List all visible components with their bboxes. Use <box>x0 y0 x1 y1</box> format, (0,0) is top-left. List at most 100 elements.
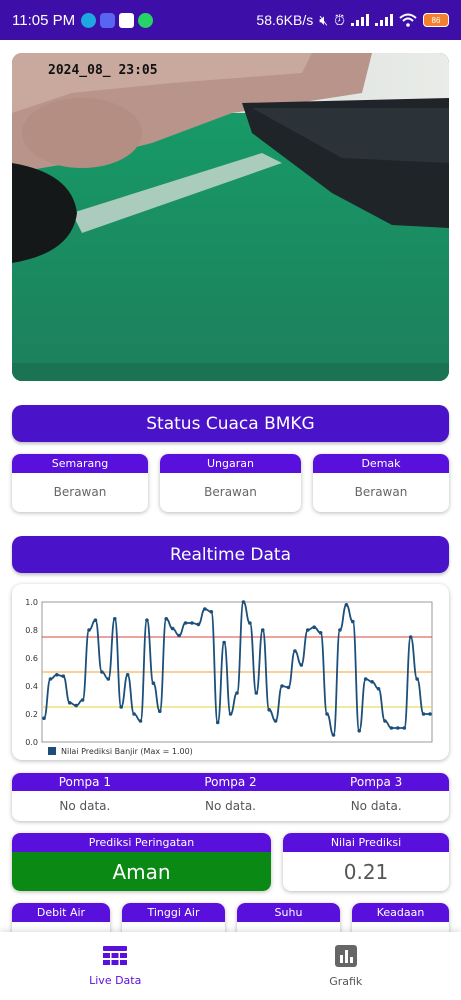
signal-icon-2 <box>375 14 393 26</box>
data-point <box>106 677 111 681</box>
discord-icon <box>100 12 116 28</box>
y-tick-label: 0.8 <box>25 626 38 635</box>
data-point <box>389 726 394 730</box>
mute-icon: 🔇︎ <box>319 11 329 28</box>
data-point <box>209 610 214 614</box>
sensor-label: Suhu <box>237 903 340 922</box>
alarm-icon: ⏰︎ <box>334 11 345 28</box>
nav-grafik[interactable]: Grafik <box>231 932 461 1000</box>
pompa-2-value: No data. <box>205 799 256 813</box>
prediction-chart: 0.0 0.2 0.4 0.6 0.8 1.0 Nilai Prediksi Banjir … <box>25 598 433 756</box>
data-point <box>273 719 278 723</box>
data-point <box>293 649 297 653</box>
bottom-navigation: Live Data Grafik <box>0 932 461 1000</box>
data-point <box>158 709 162 713</box>
data-point <box>100 670 104 674</box>
data-point <box>183 621 188 625</box>
data-point <box>138 719 143 723</box>
nav-live-data[interactable]: Live Data <box>0 932 231 1000</box>
data-point <box>74 703 78 708</box>
y-tick-label: 0.4 <box>25 682 38 691</box>
signal-icon <box>351 14 369 26</box>
pompa-2-label: Pompa 2 <box>204 775 257 789</box>
data-point <box>305 628 310 632</box>
weather-card-semarang: Semarang Berawan <box>12 454 148 512</box>
table-icon <box>103 945 128 965</box>
y-tick-label: 1.0 <box>25 598 38 607</box>
data-point <box>164 617 169 621</box>
weather-card-demak: Demak Berawan <box>313 454 449 512</box>
drive-icon <box>119 12 135 28</box>
weather-title: Status Cuaca BMKG <box>146 413 315 434</box>
sensor-label: Keadaan <box>352 903 449 922</box>
prediction-chart-card: 0.0 0.2 0.4 0.6 0.8 1.0 Nilai Prediksi Banjir … <box>12 584 449 760</box>
data-point <box>402 726 407 730</box>
data-point <box>331 733 336 737</box>
wifi-icon <box>399 13 417 27</box>
clock: 11:05 PM <box>12 11 76 29</box>
data-point <box>428 712 432 716</box>
data-point <box>408 635 413 639</box>
data-point <box>357 729 362 733</box>
nilai-prediksi-card: Nilai Prediksi 0.21 <box>283 833 449 891</box>
pompa-3-label: Pompa 3 <box>350 775 403 789</box>
y-tick-label: 0.6 <box>25 654 38 663</box>
whatsapp-icon <box>138 12 154 28</box>
data-point <box>80 698 85 702</box>
weather-status: Berawan <box>204 485 257 499</box>
weather-title-bar: Status Cuaca BMKG <box>12 405 449 442</box>
camera-timestamp: 2024_08_ 23:05 <box>48 63 158 78</box>
data-point <box>235 691 239 695</box>
data-point <box>325 712 329 716</box>
data-point <box>351 619 355 624</box>
telegram-icon <box>81 12 97 28</box>
sensor-label: Debit Air <box>12 903 110 922</box>
status-bar: 11:05 PM 58.6KB/s 🔇︎ ⏰︎ 86 <box>0 0 461 40</box>
data-point <box>370 680 374 684</box>
nilai-prediksi-label: Nilai Prediksi <box>283 833 449 852</box>
data-point <box>421 712 426 716</box>
data-point <box>125 673 130 677</box>
legend-label: Nilai Prediksi Banjir (Max = 1.00) <box>61 747 193 756</box>
notification-icons <box>81 12 154 28</box>
realtime-title: Realtime Data <box>169 544 292 565</box>
data-point <box>48 677 53 681</box>
data-point <box>42 716 46 720</box>
camera-image <box>12 53 449 381</box>
weather-status: Berawan <box>53 485 107 499</box>
data-point <box>241 600 246 604</box>
data-point <box>383 719 387 723</box>
prediksi-peringatan-label: Prediksi Peringatan <box>12 833 271 852</box>
weather-status: Berawan <box>354 485 408 499</box>
y-tick-label: 0.2 <box>25 710 38 719</box>
data-point <box>132 712 136 716</box>
data-point <box>344 603 349 607</box>
data-point <box>299 663 304 667</box>
data-point <box>87 628 91 632</box>
data-point <box>215 720 220 725</box>
data-point <box>228 712 233 716</box>
data-point <box>170 626 175 631</box>
data-point <box>145 618 149 622</box>
data-point <box>67 701 72 705</box>
data-point <box>248 621 252 625</box>
data-point <box>151 681 156 685</box>
weather-card-ungaran: Ungaran Berawan <box>160 454 301 512</box>
data-point <box>61 674 66 678</box>
pompa-1-value: No data. <box>59 799 111 813</box>
data-point <box>318 631 323 635</box>
data-point <box>112 617 117 621</box>
data-point <box>254 691 259 695</box>
pompa-card: Pompa 1 Pompa 2 Pompa 3 No data. No data… <box>12 773 449 821</box>
y-tick-label: 0.0 <box>25 738 38 747</box>
nilai-prediksi-value: 0.21 <box>343 859 389 884</box>
data-point <box>338 628 342 632</box>
data-point <box>363 677 368 681</box>
legend-swatch <box>48 747 56 755</box>
nav-grafik-label: Grafik <box>329 974 363 988</box>
pompa-1-label: Pompa 1 <box>58 775 111 789</box>
data-point <box>267 708 271 712</box>
prediksi-peringatan-card: Prediksi Peringatan Aman <box>12 833 271 891</box>
pompa-3-value: No data. <box>350 799 402 813</box>
data-point <box>203 607 207 611</box>
